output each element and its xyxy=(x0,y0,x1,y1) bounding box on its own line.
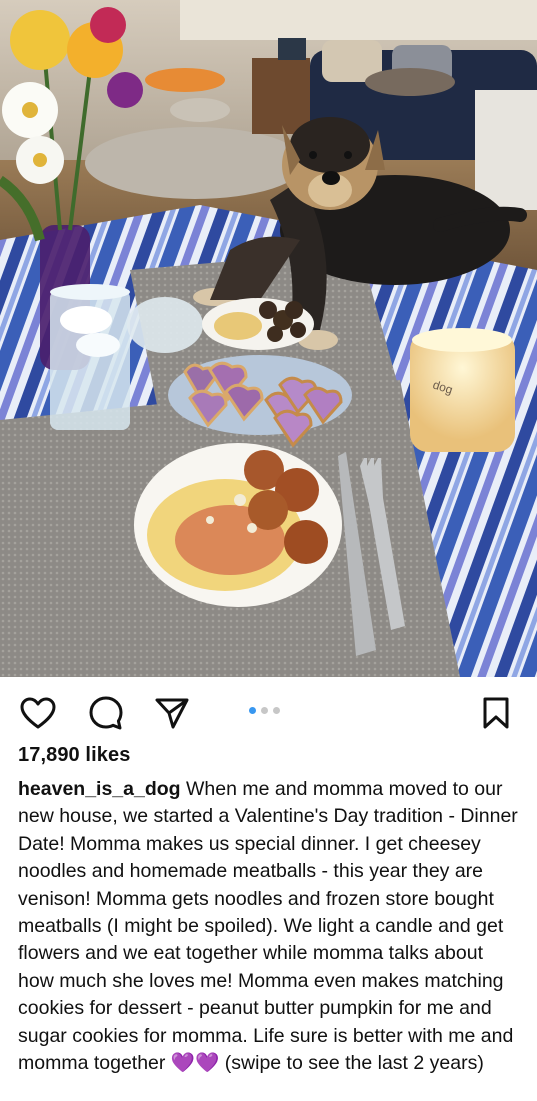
comment-button[interactable] xyxy=(86,693,126,733)
carousel-indicator xyxy=(249,707,280,714)
likes-count[interactable]: 17,890 likes xyxy=(18,744,130,767)
caption-username[interactable]: heaven_is_a_dog xyxy=(18,778,181,800)
share-button[interactable] xyxy=(152,693,192,733)
caption-text: When me and momma moved to our new house… xyxy=(18,778,518,1075)
purple-heart-emoji: 💜💜 xyxy=(170,1052,220,1075)
carousel-dot xyxy=(261,707,268,714)
save-button[interactable] xyxy=(476,693,516,733)
comment-bubble-icon xyxy=(89,696,123,730)
carousel-dot xyxy=(273,707,280,714)
heart-outline-icon xyxy=(20,697,56,729)
post-caption: heaven_is_a_dog When me and momma moved … xyxy=(18,776,523,1096)
carousel-dot-active xyxy=(249,707,256,714)
post-photo[interactable]: dog xyxy=(0,0,537,677)
post-image: dog xyxy=(0,0,537,677)
caption-tail: (swipe to see the last 2 years) xyxy=(219,1052,484,1075)
post-actions-bar xyxy=(0,677,537,747)
like-button[interactable] xyxy=(18,693,58,733)
paper-plane-icon xyxy=(155,698,189,729)
bookmark-icon xyxy=(483,697,509,729)
